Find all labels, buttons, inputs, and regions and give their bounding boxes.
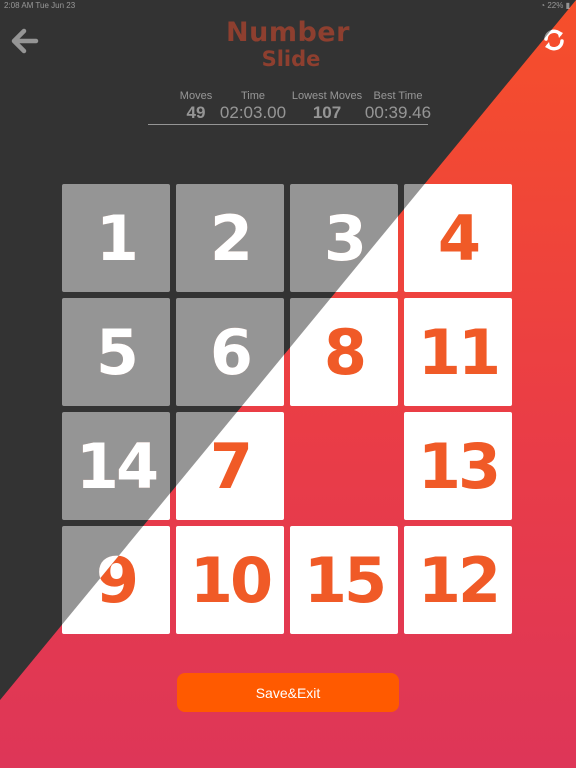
puzzle-tile[interactable]: 15 bbox=[290, 526, 398, 634]
moves-value: 49 bbox=[186, 103, 206, 122]
moves-label: Moves bbox=[179, 90, 213, 102]
logo-line-2: Slide bbox=[261, 47, 321, 71]
lowest-moves-label: Lowest Moves bbox=[291, 90, 363, 102]
stat-time: Time 02:03.00 bbox=[218, 90, 288, 123]
stat-lowest-moves: Lowest Moves 107 bbox=[290, 90, 364, 123]
status-battery: ◔ 22% ▮ bbox=[540, 1, 570, 10]
back-button[interactable] bbox=[8, 26, 40, 56]
best-time-value: 00:39.46 bbox=[364, 103, 432, 122]
puzzle-tile[interactable]: 3 bbox=[290, 184, 398, 292]
puzzle-tile[interactable]: 4 bbox=[404, 184, 512, 292]
puzzle-tile[interactable]: 2 bbox=[176, 184, 284, 292]
stat-best-time: Best Time 00:39.46 bbox=[362, 90, 434, 123]
puzzle-tile[interactable]: 5 bbox=[62, 298, 170, 406]
status-time: 2:08 AM Tue Jun 23 bbox=[4, 1, 76, 10]
arrow-left-icon bbox=[11, 28, 39, 54]
stats-panel: Moves 49 Time 02:03.00 Lowest Moves 107 … bbox=[148, 90, 431, 125]
app-logo: Number Slide bbox=[210, 17, 366, 71]
time-value: 02:03.00 bbox=[219, 103, 287, 122]
puzzle-tile[interactable]: 8 bbox=[290, 298, 398, 406]
puzzle-tile[interactable]: 11 bbox=[404, 298, 512, 406]
puzzle-tile[interactable]: 10 bbox=[176, 526, 284, 634]
puzzle-tile[interactable]: 14 bbox=[62, 412, 170, 520]
lowest-moves-value: 107 bbox=[312, 103, 342, 122]
refresh-icon bbox=[544, 29, 564, 51]
wifi-icon: ◔ bbox=[540, 1, 546, 10]
logo-line-1: Number bbox=[226, 17, 350, 48]
battery-icon: ▮ bbox=[565, 1, 570, 10]
stat-moves: Moves 49 bbox=[168, 90, 224, 123]
puzzle-tile[interactable]: 6 bbox=[176, 298, 284, 406]
puzzle-tile[interactable]: 13 bbox=[404, 412, 512, 520]
puzzle-tile[interactable]: 9 bbox=[62, 526, 170, 634]
puzzle-tile[interactable]: 1 bbox=[62, 184, 170, 292]
time-label: Time bbox=[240, 90, 266, 102]
puzzle-board: 1 2 3 4 5 6 8 11 14 7 13 9 10 15 12 bbox=[62, 184, 514, 636]
puzzle-tile[interactable]: 7 bbox=[176, 412, 284, 520]
save-exit-button[interactable]: Save&Exit bbox=[177, 673, 399, 712]
puzzle-tile[interactable]: 12 bbox=[404, 526, 512, 634]
best-time-label: Best Time bbox=[373, 90, 423, 102]
refresh-button[interactable] bbox=[540, 26, 568, 54]
status-bar: 2:08 AM Tue Jun 23 ◔ 22% ▮ bbox=[0, 0, 576, 12]
